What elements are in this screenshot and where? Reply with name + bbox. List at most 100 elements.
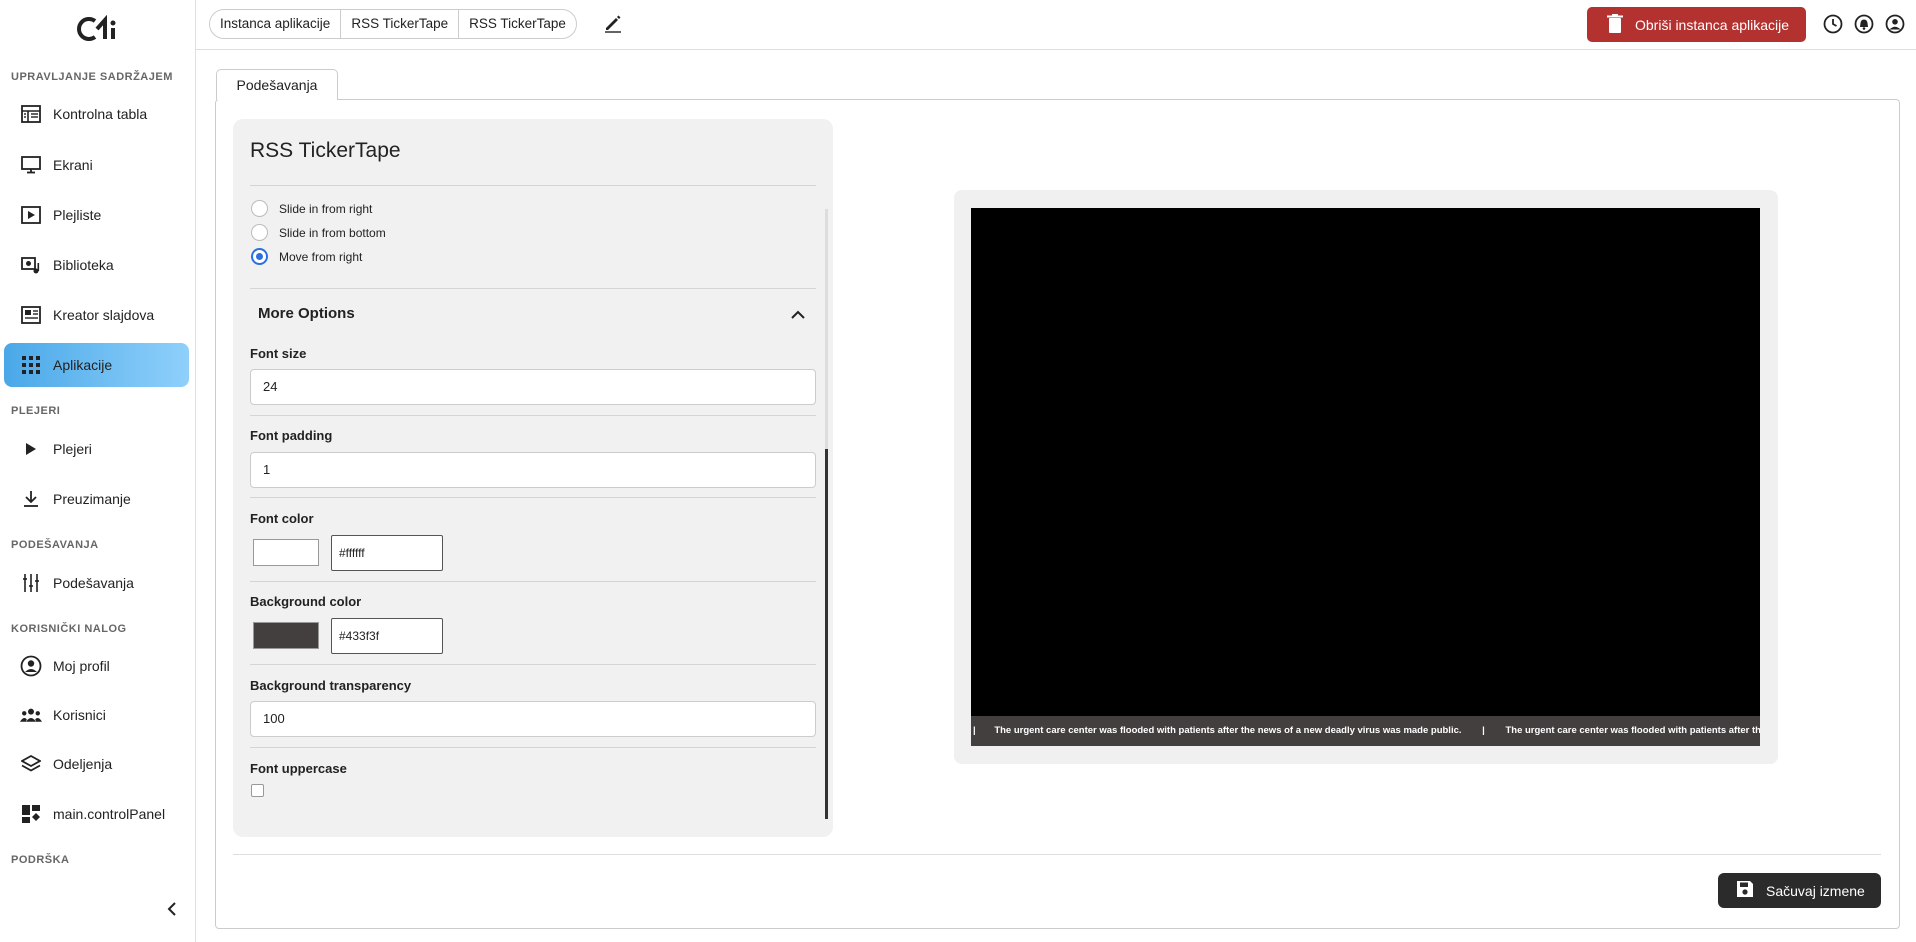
background-color-input[interactable]: #433f3f (331, 618, 443, 654)
sidebar-item-label: Ekrani (53, 157, 93, 173)
clock-icon[interactable] (1823, 14, 1843, 34)
account-icon[interactable] (1885, 14, 1905, 34)
radio-button[interactable] (251, 200, 268, 217)
breadcrumb-item[interactable]: RSS TickerTape (459, 10, 576, 38)
font-color-label: Font color (250, 511, 314, 526)
chevron-left-icon (167, 902, 176, 916)
sidebar-item-label: Podešavanja (53, 575, 134, 591)
breadcrumb-item[interactable]: RSS TickerTape (341, 10, 460, 38)
scrollbar-thumb[interactable] (825, 449, 828, 819)
font-size-label: Font size (250, 346, 307, 361)
sidebar-item-playlists[interactable]: Plejliste (4, 193, 189, 237)
font-padding-label: Font padding (250, 428, 333, 443)
play-icon (20, 438, 42, 460)
chevron-up-icon[interactable] (790, 307, 806, 325)
font-color-input[interactable]: #ffffff (331, 535, 443, 571)
divider (233, 854, 1881, 855)
control-panel-icon (20, 803, 42, 825)
playlist-icon (20, 204, 42, 226)
tab-settings[interactable]: Podešavanja (216, 69, 338, 100)
section-title-settings: PODEŠAVANJA (11, 539, 99, 551)
app-settings-form: RSS TickerTape Slide in from right Slide… (233, 119, 833, 837)
bell-icon[interactable] (1854, 14, 1874, 34)
radio-slide-in-bottom[interactable]: Slide in from bottom (251, 224, 386, 241)
background-transparency-label: Background transparency (250, 678, 412, 693)
monitor-icon (20, 154, 42, 176)
sidebar-item-departments[interactable]: Odeljenja (4, 742, 189, 786)
radio-slide-in-right[interactable]: Slide in from right (251, 200, 372, 217)
ticker-separator: | (1482, 725, 1485, 736)
radio-button-selected[interactable] (251, 248, 268, 265)
dashboard-icon (20, 103, 42, 125)
radio-button[interactable] (251, 224, 268, 241)
save-changes-button[interactable]: Sačuvaj izmene (1718, 873, 1881, 908)
more-options-title[interactable]: More Options (258, 305, 355, 322)
sidebar-item-label: Preuzimanje (53, 491, 131, 507)
divider (250, 185, 816, 186)
top-bar: Instanca aplikacije RSS TickerTape RSS T… (196, 0, 1916, 50)
sidebar-item-settings[interactable]: Podešavanja (4, 561, 189, 605)
sidebar-item-control-panel[interactable]: main.controlPanel (4, 792, 189, 836)
sidebar-item-slide-creator[interactable]: Kreator slajdova (4, 293, 189, 337)
font-uppercase-label: Font uppercase (250, 761, 347, 776)
sidebar-item-label: Plejliste (53, 207, 102, 223)
library-icon (20, 254, 42, 276)
font-size-input[interactable]: 24 (250, 369, 816, 405)
background-color-swatch[interactable] (253, 622, 319, 649)
sidebar-item-my-profile[interactable]: Moj profil (4, 644, 189, 688)
radio-move-from-right[interactable]: Move from right (251, 248, 362, 265)
logo-icon (76, 15, 115, 41)
form-title: RSS TickerTape (250, 139, 401, 162)
ticker-item: The urgent care center was flooded with … (994, 725, 1462, 736)
divider (250, 664, 816, 665)
sidebar-item-label: main.controlPanel (53, 806, 166, 822)
apps-grid-icon (20, 354, 42, 376)
sidebar-item-users[interactable]: Korisnici (4, 693, 189, 737)
ticker-item: The urgent care center was flooded with … (1505, 725, 1760, 736)
save-changes-label: Sačuvaj izmene (1766, 882, 1865, 899)
sidebar-item-library[interactable]: Biblioteka (4, 243, 189, 287)
sidebar-item-label: Aplikacije (53, 357, 113, 373)
section-title-content: UPRAVLJANJE SADRŽAJEM (11, 71, 173, 83)
radio-label: Slide in from bottom (279, 225, 386, 240)
sidebar-item-label: Kontrolna tabla (53, 106, 148, 122)
divider (250, 747, 816, 748)
font-color-swatch[interactable] (253, 539, 319, 566)
sidebar: UPRAVLJANJE SADRŽAJEM Kontrolna tabla Ek… (0, 0, 196, 942)
section-title-support: PODRŠKA (11, 854, 70, 866)
sidebar-item-label: Kreator slajdova (53, 307, 155, 323)
save-disk-icon (1736, 880, 1754, 901)
sidebar-item-label: Odeljenja (53, 756, 113, 772)
delete-instance-button[interactable]: Obriši instanca aplikacije (1587, 7, 1806, 42)
ticker-separator: | (973, 725, 976, 736)
sidebar-item-apps[interactable]: Aplikacije (4, 343, 189, 387)
layers-icon (20, 753, 42, 775)
breadcrumb-item[interactable]: Instanca aplikacije (210, 10, 342, 38)
edit-pencil-icon[interactable] (603, 13, 623, 38)
sidebar-item-label: Korisnici (53, 707, 106, 723)
collapse-sidebar-button[interactable] (166, 900, 178, 923)
sidebar-item-players[interactable]: Plejeri (4, 427, 189, 471)
sliders-icon (20, 572, 42, 594)
download-icon (20, 488, 42, 510)
divider (250, 288, 816, 289)
users-icon (20, 704, 42, 726)
sidebar-item-label: Plejeri (53, 441, 92, 457)
breadcrumb: Instanca aplikacije RSS TickerTape RSS T… (209, 9, 577, 39)
font-uppercase-checkbox[interactable] (251, 784, 264, 797)
divider (250, 581, 816, 582)
preview-screen: | The urgent care center was flooded wit… (971, 208, 1760, 746)
sidebar-item-screens[interactable]: Ekrani (4, 143, 189, 187)
slide-creator-icon (20, 304, 42, 326)
sidebar-item-label: Biblioteka (53, 257, 114, 273)
logo[interactable] (0, 0, 195, 58)
divider (250, 415, 816, 416)
radio-label: Move from right (279, 249, 363, 264)
background-transparency-input[interactable]: 100 (250, 701, 816, 737)
sidebar-item-download[interactable]: Preuzimanje (4, 477, 189, 521)
sidebar-item-dashboard[interactable]: Kontrolna tabla (4, 92, 189, 136)
font-padding-input[interactable]: 1 (250, 452, 816, 488)
profile-icon (20, 655, 42, 677)
section-title-account: KORISNIČKI NALOG (11, 623, 127, 635)
trash-icon (1607, 13, 1623, 36)
